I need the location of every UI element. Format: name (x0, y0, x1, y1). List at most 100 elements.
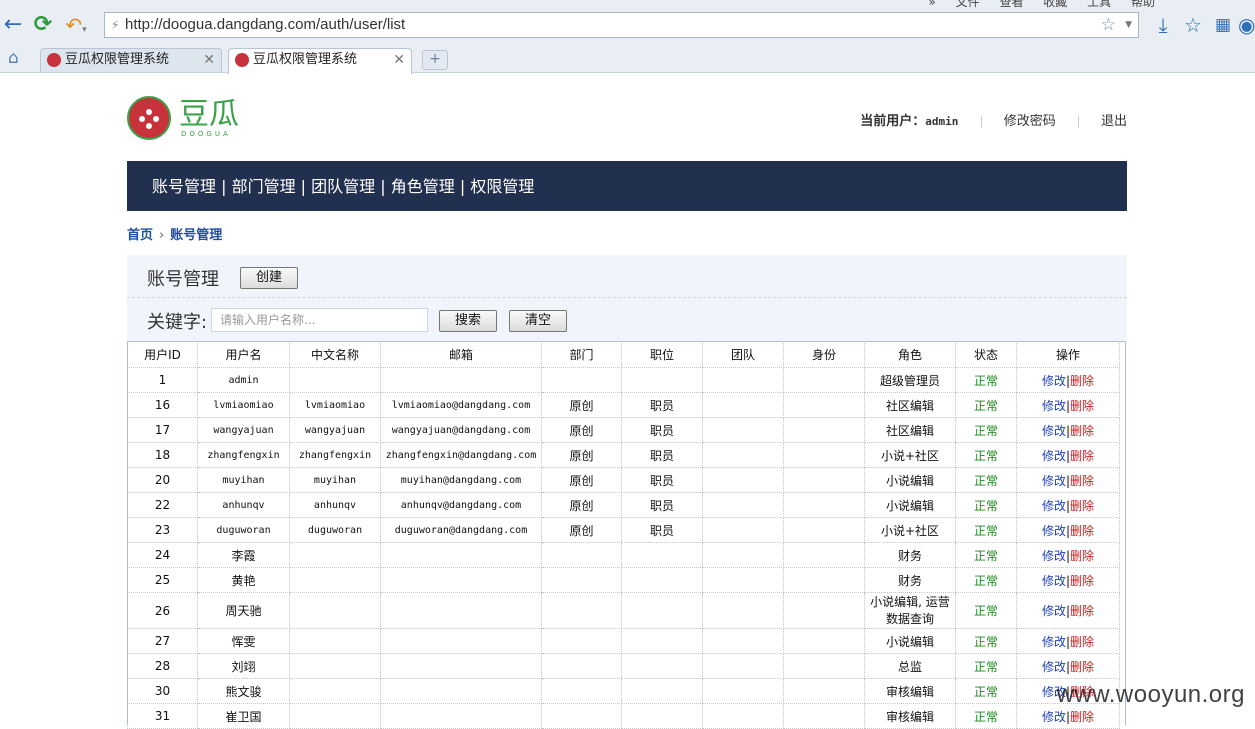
cell-user-id: 1 (127, 367, 198, 393)
edit-link[interactable]: 修改 (1042, 710, 1066, 724)
cell-actions: 修改|删除 (1016, 392, 1120, 418)
nav-account[interactable]: 账号管理 (152, 177, 216, 196)
star-icon[interactable]: ☆ (1101, 13, 1116, 37)
doogua-logo[interactable]: 豆瓜 DOOGUA (127, 94, 242, 142)
delete-link[interactable]: 删除 (1070, 374, 1094, 388)
col-user-id: 用户ID (127, 341, 198, 368)
edit-link[interactable]: 修改 (1042, 449, 1066, 463)
col-identity: 身份 (783, 341, 865, 368)
delete-link[interactable]: 删除 (1070, 449, 1094, 463)
cell-team (702, 517, 784, 543)
cell-team (702, 492, 784, 518)
bolt-icon: ⚡ (111, 18, 120, 32)
edit-link[interactable]: 修改 (1042, 499, 1066, 513)
delete-link[interactable]: 删除 (1070, 660, 1094, 674)
cell-actions: 修改|删除 (1016, 567, 1120, 593)
change-password-link[interactable]: 修改密码 (1004, 114, 1056, 129)
cell-status: 正常 (955, 442, 1017, 468)
edit-link[interactable]: 修改 (1042, 424, 1066, 438)
logo-subtext: DOOGUA (181, 130, 231, 138)
new-tab-button[interactable]: + (422, 50, 448, 70)
edit-link[interactable]: 修改 (1042, 604, 1066, 618)
cell-username: zhangfengxin (197, 442, 290, 468)
table-header: 用户ID 用户名 中文名称 邮箱 部门 职位 团队 身份 角色 状态 操作 (127, 341, 1120, 368)
delete-link[interactable]: 删除 (1070, 524, 1094, 538)
col-username: 用户名 (197, 341, 290, 368)
delete-link[interactable]: 删除 (1070, 574, 1094, 588)
breadcrumb-current[interactable]: 账号管理 (170, 228, 222, 243)
home-icon[interactable]: ⌂ (8, 48, 19, 68)
cell-department (541, 653, 622, 679)
col-email: 邮箱 (380, 341, 542, 368)
edit-link[interactable]: 修改 (1042, 549, 1066, 563)
cell-identity (783, 492, 865, 518)
search-button[interactable]: 搜索 (439, 310, 497, 332)
close-icon[interactable]: ✕ (203, 49, 215, 71)
back-arrow-icon[interactable]: ← (2, 8, 24, 42)
cell-actions: 修改|删除 (1016, 542, 1120, 568)
delete-link[interactable]: 删除 (1070, 604, 1094, 618)
close-icon[interactable]: ✕ (393, 49, 405, 71)
cell-role: 审核编辑 (864, 678, 956, 704)
chevron-down-icon[interactable]: ▼ (1125, 13, 1132, 37)
search-input[interactable]: 请输入用户名称... (211, 308, 428, 332)
delete-link[interactable]: 删除 (1070, 424, 1094, 438)
download-icon[interactable]: ⤓ (1150, 12, 1176, 38)
edit-link[interactable]: 修改 (1042, 399, 1066, 413)
address-row: ← ⟳ ↶▾ ⚡ http://doogua.dangdang.com/auth… (0, 8, 1255, 44)
edit-link[interactable]: 修改 (1042, 524, 1066, 538)
edit-link[interactable]: 修改 (1042, 374, 1066, 388)
clear-button[interactable]: 清空 (509, 310, 567, 332)
table-row: 16 lvmiaomiao lvmiaomiao lvmiaomiao@dangdan… (127, 392, 1120, 418)
browser-tab-2[interactable]: 豆瓜权限管理系统 ✕ (228, 48, 412, 74)
delete-link[interactable]: 删除 (1070, 474, 1094, 488)
delete-link[interactable]: 删除 (1070, 710, 1094, 724)
delete-link[interactable]: 删除 (1070, 549, 1094, 563)
undo-icon[interactable]: ↶▾ (62, 8, 90, 42)
create-button[interactable]: 创建 (240, 267, 298, 289)
cell-chinese-name (289, 653, 381, 679)
logout-link[interactable]: 退出 (1101, 114, 1127, 129)
cell-position: 职员 (621, 442, 703, 468)
user-icon[interactable]: ◉ (1238, 12, 1255, 38)
nav-permission[interactable]: 权限管理 (470, 177, 534, 196)
cell-chinese-name (289, 367, 381, 393)
edit-link[interactable]: 修改 (1042, 660, 1066, 674)
cell-email (380, 678, 542, 704)
cell-role: 小说+社区 (864, 517, 956, 543)
cell-team (702, 628, 784, 654)
nav-team[interactable]: 团队管理 (311, 177, 375, 196)
breadcrumb-home[interactable]: 首页 (127, 228, 153, 243)
cell-chinese-name (289, 542, 381, 568)
apps-grid-icon[interactable]: ▦ (1210, 12, 1236, 38)
table-row: 28 刘翊 总监 正常 修改|删除 (127, 653, 1120, 679)
delete-link[interactable]: 删除 (1070, 499, 1094, 513)
delete-link[interactable]: 删除 (1070, 399, 1094, 413)
address-bar[interactable]: ⚡ http://doogua.dangdang.com/auth/user/l… (104, 12, 1139, 38)
nav-separator: | (375, 177, 391, 196)
address-url[interactable]: http://doogua.dangdang.com/auth/user/lis… (125, 13, 405, 37)
cell-chinese-name: zhangfengxin (289, 442, 381, 468)
refresh-icon[interactable]: ⟳ (30, 8, 56, 42)
edit-link[interactable]: 修改 (1042, 574, 1066, 588)
cell-role: 社区编辑 (864, 417, 956, 443)
col-department: 部门 (541, 341, 622, 368)
edit-link[interactable]: 修改 (1042, 635, 1066, 649)
favorites-star-icon[interactable]: ☆ (1180, 12, 1206, 38)
cell-position: 职员 (621, 467, 703, 493)
edit-link[interactable]: 修改 (1042, 474, 1066, 488)
favicon-icon (47, 53, 61, 67)
cell-user-id: 18 (127, 442, 198, 468)
main-nav: 账号管理 | 部门管理 | 团队管理 | 角色管理 | 权限管理 (127, 161, 1127, 211)
browser-tab-1[interactable]: 豆瓜权限管理系统 ✕ (40, 48, 222, 72)
cell-status: 正常 (955, 678, 1017, 704)
delete-link[interactable]: 删除 (1070, 635, 1094, 649)
table-row: 24 李霞 财务 正常 修改|删除 (127, 542, 1120, 568)
nav-role[interactable]: 角色管理 (391, 177, 455, 196)
nav-department[interactable]: 部门管理 (232, 177, 296, 196)
cell-department: 原创 (541, 467, 622, 493)
cell-actions: 修改|删除 (1016, 592, 1120, 629)
cell-actions: 修改|删除 (1016, 417, 1120, 443)
cell-identity (783, 542, 865, 568)
browser-chrome: » 文件 查看 收藏 工具 帮助 ← ⟳ ↶▾ ⚡ http://doogua.… (0, 0, 1255, 74)
